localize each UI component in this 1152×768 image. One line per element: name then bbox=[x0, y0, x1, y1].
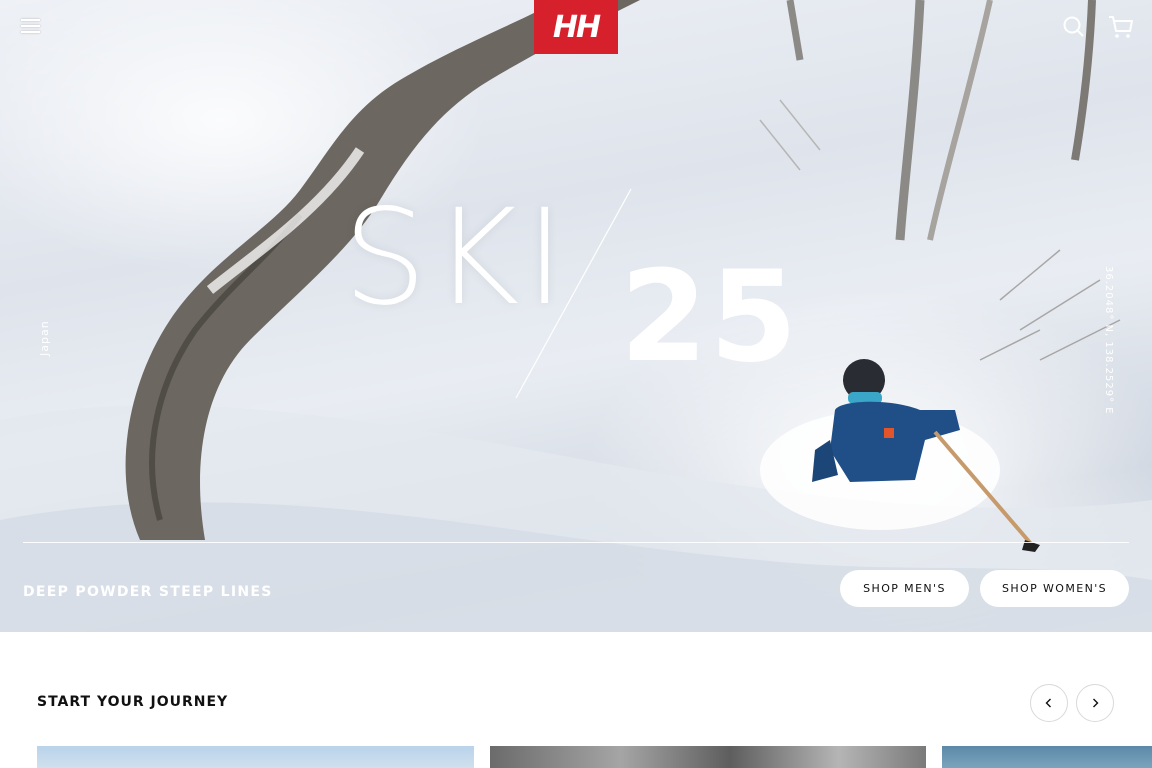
journey-card-image[interactable] bbox=[490, 746, 926, 768]
chevron-left-icon bbox=[1045, 698, 1051, 708]
coordinates-label: 36.2048° N, 138.2529° E bbox=[1103, 266, 1114, 415]
shop-mens-button[interactable]: SHOP MEN'S bbox=[840, 570, 969, 607]
search-icon bbox=[1063, 16, 1084, 37]
hero-image bbox=[0, 0, 1152, 632]
carousel-next-button[interactable] bbox=[1076, 684, 1114, 722]
menu-button[interactable] bbox=[18, 16, 44, 38]
chevron-right-icon bbox=[1093, 698, 1099, 708]
journey-card-image[interactable] bbox=[37, 746, 474, 768]
shopping-cart-icon bbox=[1109, 16, 1133, 38]
cart-button[interactable] bbox=[1106, 12, 1136, 42]
search-button[interactable] bbox=[1059, 12, 1089, 42]
hero-divider bbox=[23, 542, 1129, 543]
section-title: START YOUR JOURNEY bbox=[37, 694, 229, 710]
carousel-prev-button[interactable] bbox=[1030, 684, 1068, 722]
hero-title-word: SKI bbox=[343, 181, 571, 335]
journey-card-image[interactable] bbox=[942, 746, 1152, 768]
hero-tagline: DEEP POWDER STEEP LINES bbox=[23, 584, 273, 600]
brand-logo[interactable]: HH bbox=[534, 0, 618, 54]
hero-banner: HH SKI 25 Japan 36.2048° N, 138.2529° E … bbox=[0, 0, 1152, 632]
shop-womens-button[interactable]: SHOP WOMEN'S bbox=[980, 570, 1129, 607]
location-label: Japan bbox=[38, 320, 51, 356]
logo-text: HH bbox=[552, 9, 601, 45]
hero-title-year: 25 bbox=[620, 243, 800, 390]
hamburger-menu-icon bbox=[21, 19, 40, 21]
